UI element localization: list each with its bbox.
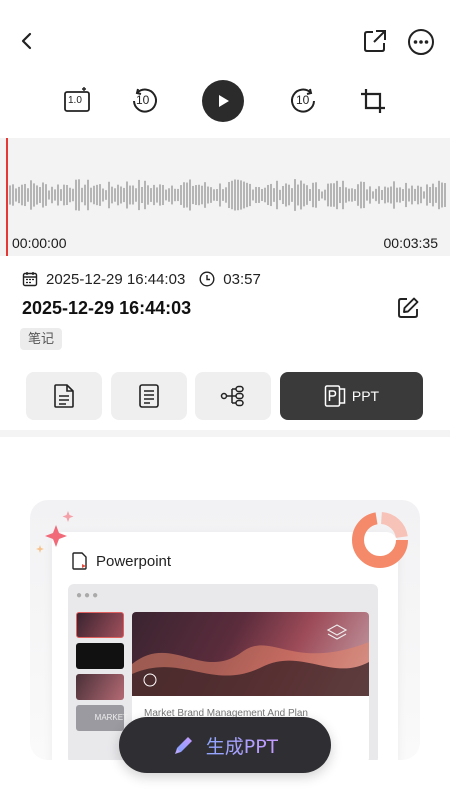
share-button[interactable]	[360, 26, 390, 56]
thumb-caption: MARKET	[94, 713, 128, 722]
pencil-icon	[174, 737, 192, 754]
view-tabs: PPT	[26, 372, 426, 420]
slide-hero-image	[132, 612, 369, 696]
note-tag[interactable]: 笔记	[20, 328, 63, 350]
waveform-bars	[9, 179, 446, 211]
more-options-button[interactable]	[405, 26, 437, 58]
play-button[interactable]	[202, 80, 244, 122]
top-bar	[0, 0, 450, 80]
window-dots: ●●●	[76, 590, 101, 601]
tab-summary[interactable]	[111, 372, 187, 420]
slide-thumb	[76, 674, 124, 700]
slide-thumb	[76, 612, 124, 638]
share-out-icon	[364, 30, 386, 52]
time-end: 00:03:35	[383, 235, 439, 251]
waveform[interactable]: 00:00:00 00:03:35	[0, 138, 450, 256]
edit-title-button[interactable]	[396, 296, 422, 322]
more-dots-icon	[408, 29, 434, 55]
tab-mindmap[interactable]	[195, 372, 271, 420]
tab-ppt-label: PPT	[351, 388, 380, 404]
generate-ppt-label: 生成PPT	[206, 732, 279, 759]
generate-ppt-button[interactable]: 生成PPT	[119, 717, 331, 773]
donut-chart-icon	[348, 508, 412, 577]
crop-icon	[361, 89, 385, 113]
slide-thumb: MARKET	[76, 705, 128, 731]
playback-speed-button[interactable]: 1.0	[56, 80, 98, 122]
document-icon	[54, 384, 74, 408]
preview-app-title-text: Powerpoint	[96, 552, 172, 570]
text-list-icon	[139, 384, 159, 408]
forward-button[interactable]: 10	[283, 80, 325, 122]
recording-meta: 2025-12-29 16:44:03 03:57	[22, 268, 261, 290]
recording-title: 2025-12-29 16:44:03	[22, 298, 192, 318]
rewind-seconds: 10	[136, 93, 150, 107]
recording-date: 2025-12-29 16:44:03	[46, 270, 186, 288]
crop-button[interactable]	[352, 80, 394, 122]
tab-document[interactable]	[26, 372, 102, 420]
mindmap-icon	[220, 385, 244, 407]
forward-seconds: 10	[296, 93, 310, 107]
rewind-button[interactable]: 10	[123, 80, 165, 122]
edit-icon	[398, 297, 419, 318]
time-start: 00:00:00	[12, 235, 67, 251]
chevron-left-icon	[21, 32, 32, 50]
player-controls: 1.0 10 10	[0, 80, 450, 122]
preview-app-title: Powerpoint	[72, 552, 171, 570]
slide-thumbnails: MARKET	[76, 612, 128, 736]
section-divider	[0, 430, 450, 437]
recording-duration: 03:57	[223, 270, 261, 288]
back-button[interactable]	[12, 26, 42, 56]
calendar-icon	[22, 271, 38, 287]
sparkle-icon	[32, 505, 82, 560]
playhead[interactable]	[6, 138, 8, 256]
clock-icon	[199, 271, 215, 287]
slide-wave-art	[132, 624, 369, 696]
tab-ppt[interactable]: PPT	[280, 372, 423, 420]
speed-label: 1.0	[68, 95, 82, 106]
play-circle	[202, 80, 244, 122]
slide-thumb	[76, 643, 124, 669]
play-icon	[219, 95, 229, 107]
ppt-icon	[324, 385, 346, 407]
